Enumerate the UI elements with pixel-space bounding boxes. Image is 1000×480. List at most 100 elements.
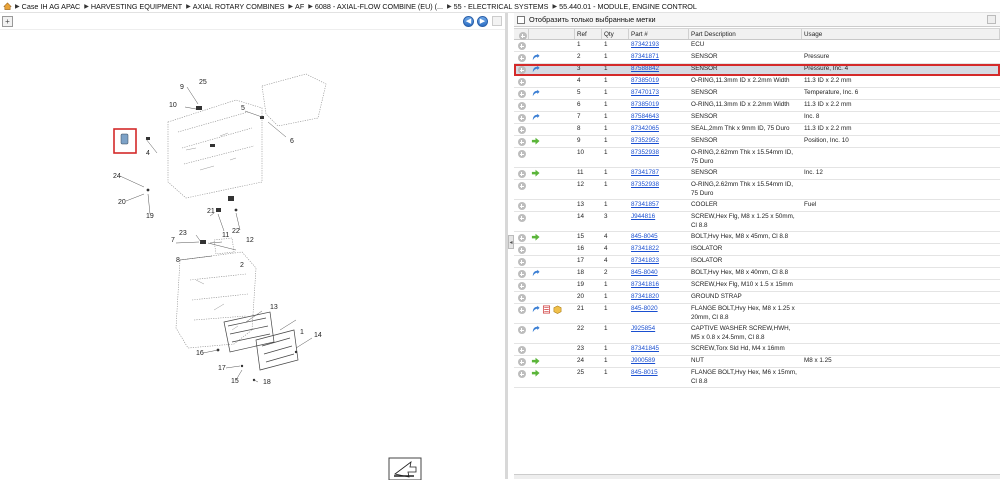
callout-15[interactable]: 15	[231, 378, 239, 385]
part-number-link[interactable]: 845-8045	[629, 232, 689, 243]
table-row[interactable]: 6 1 87385019 O-RING,11.3mm ID x 2.2mm Width…	[514, 100, 1000, 112]
part-number-link-text[interactable]: J944816	[631, 213, 655, 220]
part-number-link[interactable]: 87352952	[629, 136, 689, 147]
table-row[interactable]: 13 1 87341857 COOLER Fuel	[514, 200, 1000, 212]
callout-4[interactable]: 4	[146, 150, 150, 157]
callout-14[interactable]: 14	[314, 332, 322, 339]
expand-row-icon[interactable]	[517, 214, 526, 222]
row-expand-cell[interactable]	[514, 280, 529, 291]
callout-13[interactable]: 13	[270, 304, 278, 311]
callout-11[interactable]: 11	[222, 232, 229, 239]
callout-20[interactable]: 20	[118, 199, 126, 206]
row-expand-cell[interactable]	[514, 324, 529, 343]
column-header[interactable]	[529, 29, 575, 39]
table-row[interactable]: 22 1 J925854 CAPTIVE WASHER SCREW,HWH, M5 x…	[514, 324, 1000, 344]
table-row[interactable]: 8 1 87342065 SEAL,2mm Thk x 9mm ID, 75 Duro…	[514, 124, 1000, 136]
part-number-link[interactable]: 845-8020	[629, 304, 689, 323]
callout-22[interactable]: 22	[232, 228, 240, 235]
part-number-link[interactable]: 87342193	[629, 40, 689, 51]
part-number-link[interactable]: 87342065	[629, 124, 689, 135]
table-row[interactable]: 24 1 J900589 NUT M8 x 1.25	[514, 356, 1000, 368]
part-number-link-text[interactable]: 87584643	[631, 113, 659, 120]
expand-row-icon[interactable]	[517, 102, 526, 110]
home-icon[interactable]	[3, 2, 12, 10]
row-expand-cell[interactable]	[514, 244, 529, 255]
expand-all-icon[interactable]	[518, 32, 527, 40]
callout-19[interactable]: 19	[146, 213, 154, 220]
row-expand-cell[interactable]	[514, 112, 529, 123]
callout-10[interactable]: 10	[169, 102, 177, 109]
part-number-link[interactable]: 87341845	[629, 344, 689, 355]
part-number-link-text[interactable]: 87341871	[631, 53, 659, 60]
row-expand-cell[interactable]	[514, 148, 529, 167]
callout-7[interactable]: 7	[171, 237, 175, 244]
breadcrumb-item[interactable]: ▶ 6088 - AXIAL-FLOW COMBINE (EU) (...	[308, 2, 443, 11]
row-expand-cell[interactable]	[514, 256, 529, 267]
row-expand-cell[interactable]	[514, 76, 529, 87]
column-header[interactable]: Qty	[602, 29, 629, 39]
table-row[interactable]: 20 1 87341820 GROUND STRAP	[514, 292, 1000, 304]
show-selected-checkbox[interactable]	[517, 15, 525, 24]
callout-8[interactable]: 8	[176, 257, 180, 264]
part-number-link[interactable]: 87341857	[629, 200, 689, 211]
part-number-link-text[interactable]: 87352938	[631, 149, 659, 156]
row-expand-cell[interactable]	[514, 88, 529, 99]
expand-row-icon[interactable]	[517, 202, 526, 210]
part-number-link[interactable]: 87385019	[629, 76, 689, 87]
expand-row-icon[interactable]	[517, 66, 526, 74]
row-expand-cell[interactable]	[514, 212, 529, 231]
column-header[interactable]: Part Description	[689, 29, 802, 39]
note-icon[interactable]	[531, 269, 540, 278]
row-expand-cell[interactable]	[514, 368, 529, 387]
part-number-link-text[interactable]: 87342193	[631, 41, 659, 48]
table-row[interactable]: 10 1 87352938 O-RING,2.62mm Thk x 15.54mm I…	[514, 148, 1000, 168]
callout-1[interactable]: 1	[300, 329, 304, 336]
table-row[interactable]: 11 1 87341787 SENSOR Inc. 12	[514, 168, 1000, 180]
part-number-link[interactable]: 845-8040	[629, 268, 689, 279]
package-icon[interactable]	[553, 305, 562, 314]
row-expand-cell[interactable]	[514, 292, 529, 303]
row-expand-cell[interactable]	[514, 180, 529, 199]
note-icon[interactable]	[531, 305, 540, 314]
callout-24[interactable]: 24	[113, 173, 121, 180]
callout-23[interactable]: 23	[179, 230, 187, 237]
row-expand-cell[interactable]	[514, 100, 529, 111]
callout-16[interactable]: 16	[196, 350, 204, 357]
expand-row-icon[interactable]	[517, 150, 526, 158]
expand-row-icon[interactable]	[517, 54, 526, 62]
callout-5[interactable]: 5	[241, 105, 245, 112]
part-number-link[interactable]: 87470173	[629, 88, 689, 99]
expand-row-icon[interactable]	[517, 270, 526, 278]
part-number-link[interactable]: J944816	[629, 212, 689, 231]
change-arrow-icon[interactable]	[531, 357, 540, 366]
expand-row-icon[interactable]	[517, 126, 526, 134]
table-row[interactable]: 18 2 845-8040 BOLT,Hvy Hex, M8 x 40mm, Cl 8…	[514, 268, 1000, 280]
part-number-link[interactable]: 87352938	[629, 180, 689, 199]
row-expand-cell[interactable]	[514, 64, 529, 75]
window-toggle-icon[interactable]	[492, 16, 502, 26]
part-number-link[interactable]: 87385019	[629, 100, 689, 111]
row-expand-cell[interactable]	[514, 268, 529, 279]
table-row[interactable]: 4 1 87385019 O-RING,11.3mm ID x 2.2mm Width…	[514, 76, 1000, 88]
part-number-link-text[interactable]: 87470173	[631, 89, 659, 96]
part-number-link[interactable]: 87341871	[629, 52, 689, 63]
part-number-link[interactable]: 87341787	[629, 168, 689, 179]
part-number-link-text[interactable]: 87352938	[631, 181, 659, 188]
row-expand-cell[interactable]	[514, 124, 529, 135]
part-number-link[interactable]: 87341822	[629, 244, 689, 255]
expand-row-icon[interactable]	[517, 306, 526, 314]
change-arrow-icon[interactable]	[531, 233, 540, 242]
note-icon[interactable]	[531, 89, 540, 98]
callout-17[interactable]: 17	[218, 365, 226, 372]
part-number-link[interactable]: J900589	[629, 356, 689, 367]
expand-row-icon[interactable]	[517, 138, 526, 146]
table-row[interactable]: 21 1 845-8020 FLANGE BOLT,Hvy Hex, M8 x 1.2…	[514, 304, 1000, 324]
part-number-link-text[interactable]: 87341823	[631, 257, 659, 264]
part-number-link-text[interactable]: 87341845	[631, 345, 659, 352]
part-number-link[interactable]: J925854	[629, 324, 689, 343]
expand-row-icon[interactable]	[517, 114, 526, 122]
callout-6[interactable]: 6	[290, 138, 294, 145]
table-row[interactable]: 2 1 87341871 SENSOR Pressure	[514, 52, 1000, 64]
next-arrow-icon[interactable]: ▶	[477, 15, 488, 27]
window-toggle-icon[interactable]	[987, 15, 996, 24]
